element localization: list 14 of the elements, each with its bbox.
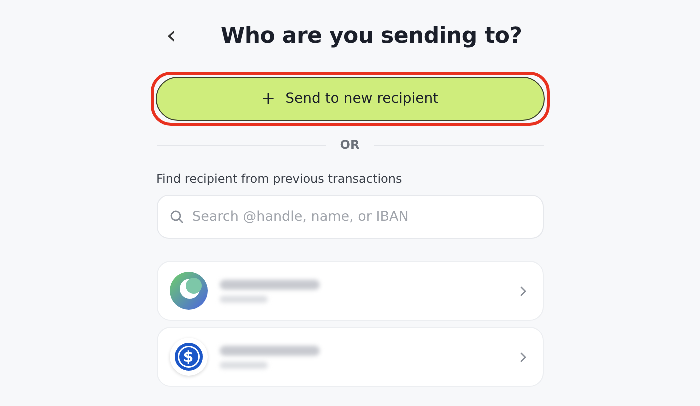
chevron-right-icon [520, 286, 526, 296]
or-divider-text: OR [340, 138, 360, 152]
send-to-new-recipient-button[interactable]: + Send to new recipient [156, 77, 544, 121]
back-button[interactable]: ‹ [160, 21, 183, 51]
search-field[interactable]: Search @handle, name, or IBAN [156, 195, 544, 239]
chevron-right-icon [520, 352, 526, 362]
search-label: Find recipient from previous transactions [156, 172, 404, 186]
recipient-card[interactable]: $ [156, 327, 544, 387]
avatar-icon [170, 272, 208, 310]
redacted-handle [220, 362, 268, 368]
recipient-card[interactable] [156, 261, 544, 321]
coin-icon: $ [170, 338, 208, 376]
page-title: Who are you sending to? [220, 24, 522, 48]
redacted-handle [220, 296, 268, 302]
